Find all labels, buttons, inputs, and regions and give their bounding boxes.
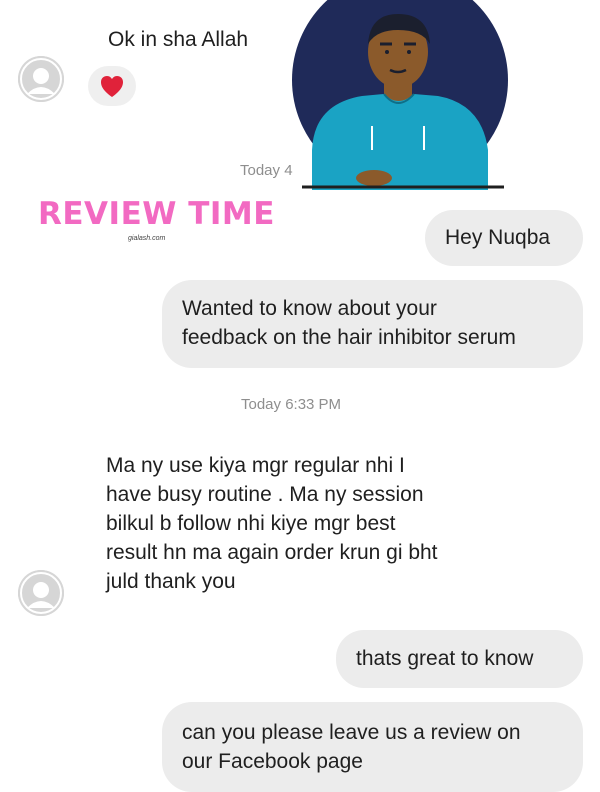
message-text: Ok in sha Allah: [108, 28, 249, 51]
message-text-line: juld thank you: [106, 570, 236, 593]
reaction-heart[interactable]: [88, 66, 136, 106]
timestamp: Today 4: [240, 162, 293, 179]
outgoing-message[interactable]: can you please leave us a review on our …: [162, 702, 583, 792]
outgoing-message[interactable]: Hey Nuqba: [425, 210, 583, 266]
avatar[interactable]: [18, 570, 64, 616]
incoming-message[interactable]: Ma ny use kiya mgr regular nhi I have bu…: [90, 452, 510, 606]
message-text-line: feedback on the hair inhibitor serum: [182, 326, 516, 349]
timestamp: Today 6:33 PM: [241, 396, 342, 413]
person-silhouette-icon: [18, 570, 64, 616]
message-text-line: Wanted to know about your: [182, 297, 437, 320]
message-text-line: Ma ny use kiya mgr regular nhi I: [106, 454, 405, 477]
message-text-line: result hn ma again order krun gi bht: [106, 541, 438, 564]
outgoing-message[interactable]: thats great to know: [336, 630, 583, 688]
person-silhouette-icon: [18, 56, 64, 102]
message-text-line: can you please leave us a review on: [182, 721, 521, 744]
message-text: thats great to know: [356, 647, 534, 670]
review-time-title: REVIEW TIME: [38, 196, 275, 232]
message-text-line: bilkul b follow nhi kiye mgr best: [106, 512, 396, 535]
illustration-person: [292, 0, 512, 190]
review-time-subtitle: gialash.com: [128, 235, 166, 242]
avatar[interactable]: [18, 56, 64, 102]
outgoing-message[interactable]: Wanted to know about your feedback on th…: [162, 280, 583, 368]
message-text: Hey Nuqba: [445, 226, 551, 249]
message-text-line: have busy routine . Ma ny session: [106, 483, 424, 506]
message-text-line: our Facebook page: [182, 750, 363, 773]
heart-icon: [101, 76, 123, 97]
